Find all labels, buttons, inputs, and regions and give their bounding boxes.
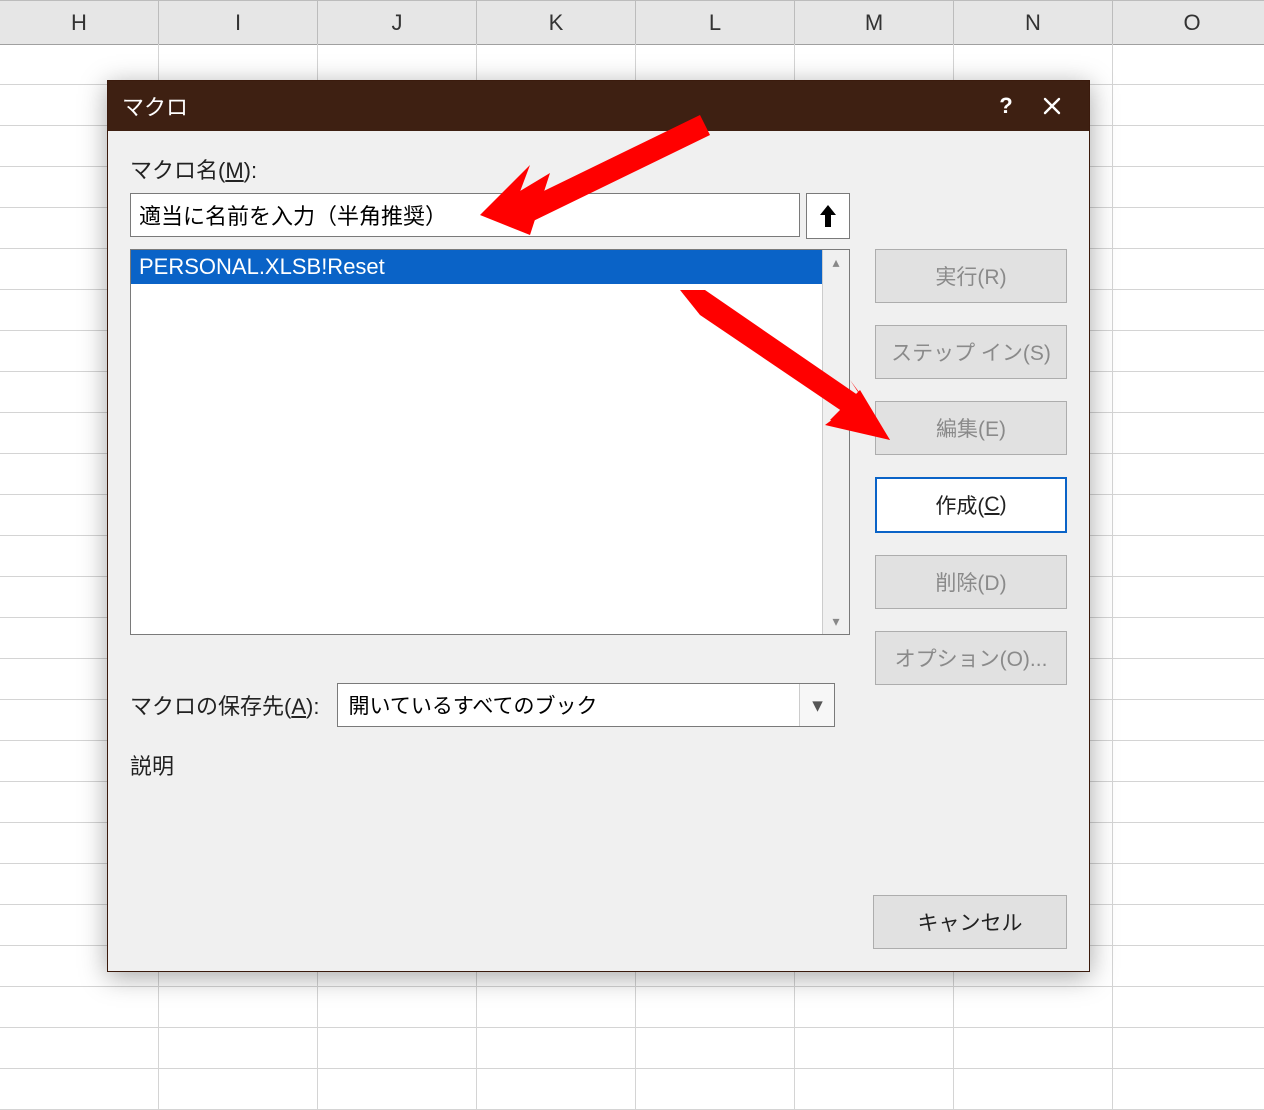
- edit-button[interactable]: 編集(E): [875, 401, 1067, 455]
- scroll-up-icon: ▴: [832, 250, 839, 275]
- macro-name-label: マクロ名(M):: [130, 153, 850, 185]
- scroll-down-icon: ▾: [832, 609, 839, 634]
- macro-dialog: マクロ ? マクロ名(M): PERSONAL.XLSB!Reset: [107, 80, 1090, 972]
- column-header[interactable]: J: [318, 0, 477, 44]
- help-button[interactable]: ?: [983, 93, 1029, 119]
- step-in-button[interactable]: ステップ イン(S): [875, 325, 1067, 379]
- column-header[interactable]: H: [0, 0, 159, 44]
- column-header[interactable]: L: [636, 0, 795, 44]
- list-item[interactable]: PERSONAL.XLSB!Reset: [131, 250, 822, 284]
- description-label: 説明: [130, 749, 850, 781]
- dialog-button-column: 実行(R) ステップ イン(S) 編集(E) 作成(C) 削除(D) オプション…: [875, 249, 1067, 685]
- close-button[interactable]: [1029, 97, 1075, 115]
- macro-save-location-select[interactable]: 開いているすべてのブック ▾: [337, 683, 835, 727]
- arrow-up-icon: [818, 203, 838, 229]
- dialog-title: マクロ: [122, 90, 188, 122]
- macro-name-input[interactable]: [130, 193, 800, 237]
- column-header[interactable]: K: [477, 0, 636, 44]
- run-button[interactable]: 実行(R): [875, 249, 1067, 303]
- column-header[interactable]: M: [795, 0, 954, 44]
- collapse-dialog-button[interactable]: [806, 193, 850, 239]
- dialog-titlebar[interactable]: マクロ ?: [108, 81, 1089, 131]
- column-header[interactable]: I: [159, 0, 318, 44]
- options-button[interactable]: オプション(O)...: [875, 631, 1067, 685]
- cancel-button[interactable]: キャンセル: [873, 895, 1067, 949]
- column-header[interactable]: N: [954, 0, 1113, 44]
- select-value: 開いているすべてのブック: [348, 690, 597, 720]
- column-header-row: H I J K L M N O: [0, 0, 1264, 45]
- delete-button[interactable]: 削除(D): [875, 555, 1067, 609]
- macro-save-location-label: マクロの保存先(A):: [130, 689, 319, 721]
- column-header[interactable]: O: [1113, 0, 1264, 44]
- create-button[interactable]: 作成(C): [875, 477, 1067, 533]
- chevron-down-icon: ▾: [799, 684, 834, 726]
- macro-list[interactable]: PERSONAL.XLSB!Reset ▴ ▾: [130, 249, 850, 635]
- close-icon: [1043, 97, 1061, 115]
- list-scrollbar[interactable]: ▴ ▾: [822, 250, 849, 634]
